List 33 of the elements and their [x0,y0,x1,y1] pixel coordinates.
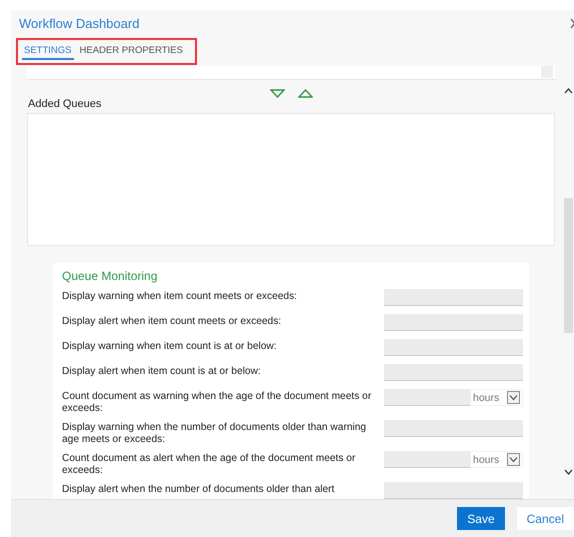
tab[interactable]: HEADER PROPERTIES [78,42,185,60]
input-field[interactable] [384,339,523,356]
input-field[interactable] [384,389,470,406]
field-label: Count document as warning when the age of the document meets or exceeds: [62,390,372,415]
move-up-icon[interactable] [298,89,313,98]
tab[interactable]: SETTINGS [22,42,74,60]
input-field[interactable] [384,364,523,381]
caret-icon [507,391,520,404]
chevron-down-icon[interactable] [564,469,573,475]
caret-icon [507,453,520,466]
input-field[interactable] [384,451,470,468]
field-label: Display alert when item count is at or below: [62,365,262,379]
field-label: Display warning when the number of documents older than warning age meets or exceeds: [62,421,368,446]
unit-select[interactable]: hours [470,389,523,406]
window-title: Workflow Dashboard [19,16,140,30]
section-label: Added Queues [27,98,102,112]
chevron-up-icon[interactable] [564,88,573,94]
input-field[interactable] [384,482,523,499]
save-button[interactable]: Save [457,507,505,530]
cancel-button[interactable]: Cancel [516,507,574,530]
field-label: Display warning when item count meets or exceeds: [62,290,298,304]
list-box[interactable] [27,66,555,80]
move-down-icon[interactable] [270,89,285,98]
field-label: Count document as alert when the age of the document meets or exceeds: [62,452,356,477]
unit-select[interactable]: hours [470,451,523,468]
input-field[interactable] [384,314,523,331]
input-field[interactable] [384,420,523,437]
field-label: Display alert when item count meets or exceeds: [62,315,282,329]
added-queues-list[interactable] [27,113,555,246]
input-field[interactable] [384,289,523,306]
field-label: Display alert when the number of documents older than alert [62,483,336,497]
field-label: Display warning when item count is at or below: [62,340,278,354]
section-title: Queue Monitoring [62,269,158,283]
